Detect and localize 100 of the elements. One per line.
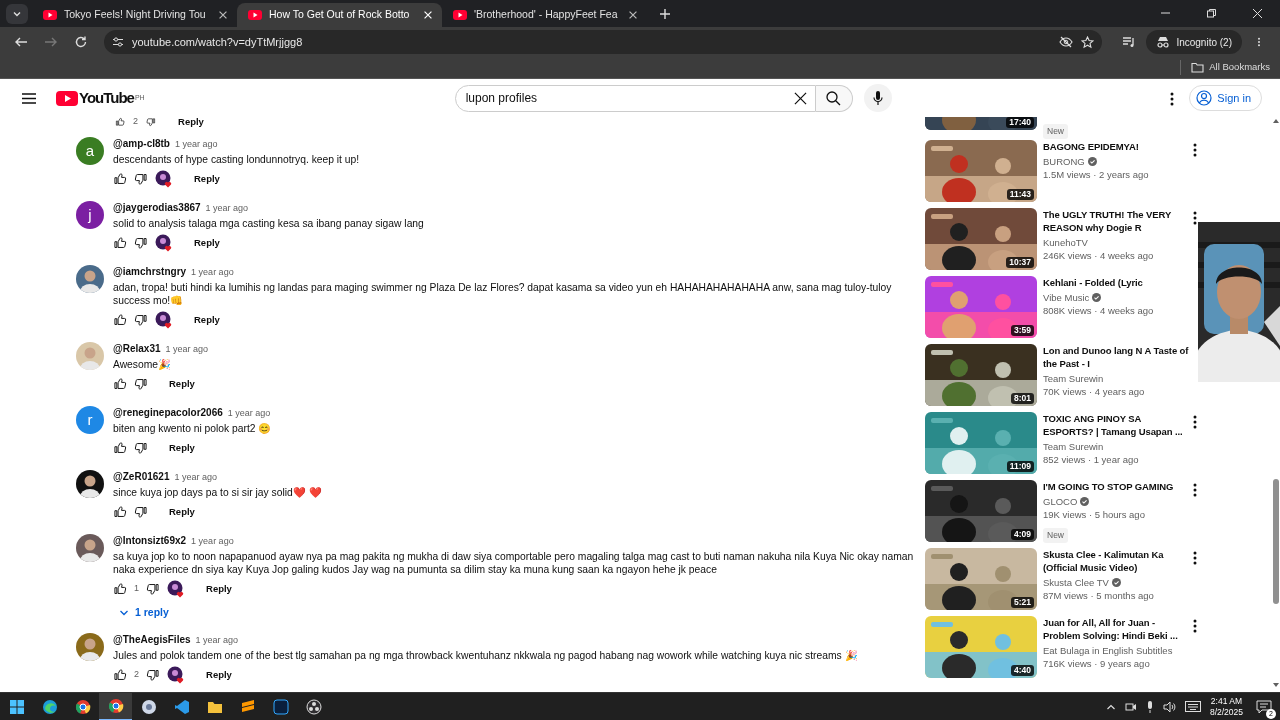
video-title[interactable]: The UGLY TRUTH! The VERY REASON why Dogie R <box>1043 208 1188 234</box>
microphone-icon[interactable] <box>1145 700 1154 713</box>
close-icon[interactable] <box>627 9 639 21</box>
star-icon[interactable] <box>1081 35 1095 49</box>
menu-icon[interactable] <box>22 92 36 104</box>
channel-name[interactable]: Team Surewin <box>1043 372 1104 385</box>
more-icon[interactable] <box>1192 142 1198 158</box>
browser-tab[interactable]: Tokyo Feels! Night Driving Tou <box>32 3 237 27</box>
more-icon[interactable] <box>1192 414 1198 430</box>
clear-icon[interactable] <box>793 91 807 105</box>
avatar-icon[interactable] <box>76 470 104 498</box>
sign-in-button[interactable]: Sign in <box>1189 85 1262 111</box>
taskbar-button[interactable] <box>99 692 132 720</box>
dislike-icon[interactable] <box>134 441 148 455</box>
comment-author[interactable]: @iamchrstngry <box>113 265 187 279</box>
comment-author[interactable]: @jaygerodias3867 <box>113 201 201 215</box>
dislike-icon[interactable] <box>134 236 148 250</box>
keyboard-icon[interactable] <box>1184 701 1201 712</box>
video-title[interactable]: Lon and Dunoo lang N A Taste of the Past - I <box>1043 344 1195 370</box>
incognito-button[interactable]: Incognito (2) <box>1146 30 1242 54</box>
like-icon[interactable] <box>113 667 127 682</box>
channel-name[interactable]: Team Surewin <box>1043 440 1104 453</box>
comment-author[interactable]: @TheAegisFiles <box>113 632 191 647</box>
comment-author[interactable]: @Intonsizt69x2 <box>113 534 187 548</box>
back-arrow-icon[interactable] <box>14 35 28 49</box>
comment-author[interactable]: @amp-cl8tb <box>113 137 170 151</box>
video-title[interactable]: Juan for All, All for Juan - Problem Solving: Hindi Beki ... <box>1043 616 1188 642</box>
video-title[interactable]: I'M GOING TO STOP GAMING <box>1043 480 1188 493</box>
close-icon[interactable] <box>217 9 229 21</box>
channel-name[interactable]: KunehoTV <box>1043 236 1088 249</box>
address-bar[interactable]: youtube.com/watch?v=dyTtMrjjgg8 <box>104 30 1103 54</box>
dislike-icon[interactable] <box>144 117 158 127</box>
reply-button[interactable]: Reply <box>198 577 240 601</box>
avatar-icon[interactable] <box>76 534 104 562</box>
restore-icon[interactable] <box>1205 8 1217 19</box>
like-icon[interactable] <box>113 582 127 596</box>
reply-button[interactable]: Reply <box>161 372 203 396</box>
avatar[interactable]: j <box>76 201 104 229</box>
microphone-button[interactable] <box>863 84 892 112</box>
youtube-logo-icon[interactable] <box>56 90 78 106</box>
eye-slash-icon[interactable] <box>1059 36 1074 48</box>
channel-name[interactable]: Vibe Music <box>1043 291 1090 304</box>
new-tab-button[interactable] <box>657 6 673 22</box>
clock-date[interactable]: 8/2/2025 <box>1209 706 1243 718</box>
like-icon[interactable] <box>113 117 127 127</box>
channel-name[interactable]: BURONG <box>1043 155 1085 168</box>
reply-button[interactable]: Reply <box>170 117 212 134</box>
like-icon[interactable] <box>113 505 127 519</box>
video-title[interactable]: Skusta Clee - Kalimutan Ka (Official Music Video) <box>1043 548 1188 574</box>
reply-button[interactable]: Reply <box>161 500 203 524</box>
clock-time[interactable]: 2:41 AM <box>1210 695 1243 707</box>
video-title[interactable]: Kehlani - Folded (Lyric <box>1043 276 1195 289</box>
logo-text[interactable]: YouTube <box>79 86 134 110</box>
tune-icon[interactable] <box>112 36 124 48</box>
forward-arrow-icon[interactable] <box>44 35 58 49</box>
dislike-icon[interactable] <box>146 667 160 682</box>
dislike-icon[interactable] <box>134 505 148 519</box>
more-icon[interactable] <box>1192 618 1198 634</box>
like-icon[interactable] <box>113 313 127 327</box>
playlist-icon[interactable] <box>1122 36 1137 48</box>
channel-name[interactable]: Skusta Clee TV <box>1043 576 1109 589</box>
comment-author[interactable]: @reneginepacolor2066 <box>113 406 223 420</box>
search-field[interactable]: lupon profiles <box>454 84 816 112</box>
reply-button[interactable]: Reply <box>198 663 240 686</box>
tab-search-button[interactable] <box>6 4 28 24</box>
reply-button[interactable]: Reply <box>186 231 228 255</box>
reply-button[interactable]: Reply <box>186 308 228 332</box>
reply-button[interactable]: Reply <box>186 167 228 191</box>
avatar[interactable]: a <box>76 137 104 165</box>
reply-button[interactable]: Reply <box>161 436 203 460</box>
channel-name[interactable]: Eat Bulaga in English Subtitles <box>1043 644 1173 657</box>
speaker-icon[interactable] <box>1162 700 1176 713</box>
more-icon[interactable] <box>1192 550 1198 566</box>
camera-icon[interactable] <box>1124 700 1137 713</box>
channel-name[interactable]: GLOCO <box>1043 495 1078 508</box>
video-title[interactable]: BAGONG EPIDEMYA! <box>1043 140 1188 153</box>
video-title[interactable]: TOXIC ANG PINOY SA ESPORTS? | Tamang Usapan ... <box>1043 412 1188 438</box>
dislike-icon[interactable] <box>134 313 148 327</box>
replies-button[interactable]: 1 reply <box>113 603 175 623</box>
reload-icon[interactable] <box>74 35 88 49</box>
dislike-icon[interactable] <box>134 172 148 186</box>
close-icon[interactable] <box>1251 8 1263 19</box>
comment-author[interactable]: @ZeR01621 <box>113 470 170 484</box>
dislike-icon[interactable] <box>146 582 160 596</box>
more-icon[interactable] <box>1192 210 1198 226</box>
browser-tab[interactable]: How To Get Out of Rock Botto <box>237 3 442 27</box>
more-icon[interactable] <box>1257 35 1261 49</box>
more-icon[interactable] <box>1192 482 1198 498</box>
like-icon[interactable] <box>113 441 127 455</box>
like-icon[interactable] <box>113 377 127 391</box>
search-button[interactable] <box>815 84 853 112</box>
avatar[interactable]: r <box>76 406 104 434</box>
notification-icon[interactable] <box>1256 699 1272 714</box>
more-icon[interactable] <box>1169 91 1176 107</box>
bookmarks-link[interactable]: All Bookmarks <box>1180 60 1270 75</box>
dislike-icon[interactable] <box>134 377 148 391</box>
comment-author[interactable]: @Relax31 <box>113 342 161 356</box>
like-icon[interactable] <box>113 172 127 186</box>
like-icon[interactable] <box>113 236 127 250</box>
browser-tab[interactable]: 'Brotherhood' - HappyFeet Fea <box>442 3 647 27</box>
